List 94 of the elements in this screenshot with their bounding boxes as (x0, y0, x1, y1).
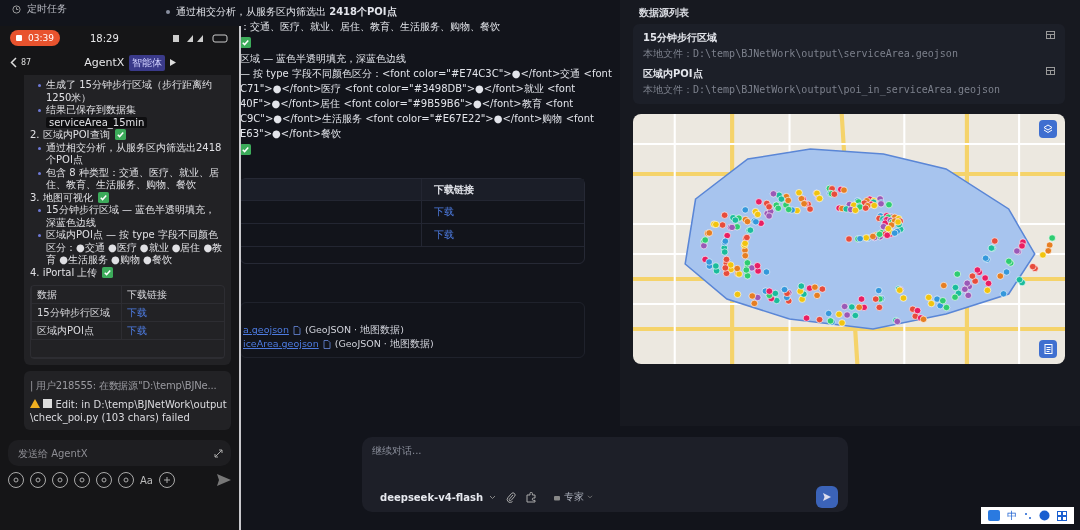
tool-icon (100, 476, 108, 484)
download-link[interactable]: 下载 (421, 224, 584, 246)
grid-icon[interactable] (1057, 510, 1068, 521)
bullet-icon (38, 109, 41, 112)
layers-icon (1043, 124, 1053, 134)
download-link[interactable]: 下载 (121, 304, 224, 321)
warning-icon (30, 399, 40, 408)
chat-title: AgentX (84, 56, 125, 69)
reply-text: 生成了 15分钟步行区域（步行距离约1250米） (46, 79, 213, 104)
attach-button[interactable] (506, 491, 517, 503)
bullet-icon (38, 209, 41, 212)
column-header: 下载链接 (121, 286, 224, 303)
source-path: 本地文件：D:\temp\BJNetWork\output\poi_in_serviceArea.geojson (643, 83, 1002, 97)
send-icon (217, 474, 231, 486)
agent-badge: 智能体 (129, 54, 166, 71)
send-icon (822, 492, 832, 502)
result-text: — 按 type 字段不同颜色区分：<font color="#E74C3C">●</font>交通 <font (240, 67, 612, 81)
source-name: 区域内POI点 (643, 67, 704, 81)
chevron-icon (587, 495, 594, 499)
source-path: 本地文件：D:\temp\BJNetWork\output\serviceArea.geojson (643, 47, 959, 61)
message-input[interactable]: 发送给 AgentX (16, 446, 214, 460)
recording-indicator: 03:39 (10, 30, 60, 46)
play-icon[interactable] (170, 59, 177, 66)
step-heading: 2. 区域内POI查询 (30, 129, 110, 142)
plus-icon (162, 476, 171, 484)
quote-text: | 用户218555: 在数据源"D:\temp\BJNe... (30, 379, 218, 393)
download-link[interactable]: 下载 (421, 201, 584, 223)
clock-icon (12, 4, 21, 14)
expand-icon (214, 448, 223, 458)
panel-title: 数据源列表 (638, 6, 690, 20)
puzzle-icon (526, 491, 538, 503)
result-text: 通过相交分析，从服务区内筛选出 2418个POI点 (176, 5, 397, 19)
result-text: E63">●</font>餐饮 (240, 127, 341, 141)
mode-select[interactable]: 专家 (553, 490, 594, 504)
ime-indicator[interactable]: 中 (1006, 508, 1017, 523)
bullet-icon (166, 9, 170, 14)
result-text: C71">●</font>医疗 <font color="#3498DB">●</font>就业 <font (240, 82, 576, 96)
tool-icon (56, 476, 64, 484)
check-icon (240, 37, 251, 48)
dots-icon[interactable] (1023, 511, 1032, 520)
tool-icon (12, 476, 20, 484)
file-note: (GeoJSON · 地图数据) (304, 323, 404, 337)
file-icon (322, 339, 331, 349)
download-link[interactable]: 下载 (121, 322, 224, 339)
reply-text: 包含 8 种类型：交通、医疗、就业、居住、教育、生活服务、购物、餐饮 (46, 166, 220, 192)
bullet-icon (38, 171, 41, 175)
back-button[interactable]: 87 (10, 57, 32, 68)
back-icon (10, 57, 17, 68)
column-header: 数据 (31, 286, 121, 303)
status-icons (173, 33, 229, 43)
plugin-button[interactable] (526, 491, 538, 503)
check-icon (114, 129, 126, 140)
check-icon (240, 144, 251, 155)
file-note: (GeoJSON · 地图数据) (334, 337, 434, 351)
clock-time: 18:29 (89, 32, 119, 44)
table-icon[interactable] (1046, 67, 1055, 75)
tool-icon (34, 476, 42, 484)
font-button[interactable]: Aa (140, 474, 153, 486)
tool-icon (122, 476, 130, 484)
source-name: 15分钟步行区域 (643, 31, 718, 45)
column-header: 下载链接 (421, 179, 584, 200)
paperclip-icon (506, 491, 517, 503)
chevron-icon (489, 494, 497, 500)
send-button[interactable] (816, 486, 838, 508)
sidebar-item[interactable]: 定时任务 (12, 2, 160, 16)
result-text: 40F">●</font>居住 <font color="#9B59B6">●</font>教育 <font (240, 97, 574, 111)
file-icon (292, 325, 301, 335)
file-link[interactable]: iceArea.geojson (243, 337, 319, 351)
layers-button[interactable] (1039, 120, 1057, 138)
step-heading: 3. 地图可视化 (30, 191, 93, 204)
model-select[interactable]: deepseek-v4-flash (380, 491, 497, 503)
message-input[interactable]: 继续对话... (372, 445, 838, 456)
result-text: C9C">●</font>生活服务 <font color="#E67E22">●</font>购物 <font (240, 112, 594, 126)
table-cell: 区域内POI点 (31, 322, 121, 339)
table-cell: 15分钟步行区域 (31, 304, 121, 321)
legend-button[interactable] (1039, 340, 1057, 358)
table-icon[interactable] (1046, 31, 1055, 39)
error-text: Edit: in D:\temp\BJNetWork\output\check_poi.py (103 chars) failed (30, 398, 227, 424)
bullet-icon (38, 146, 41, 150)
result-text: 区域 — 蓝色半透明填充，深蓝色边线 (240, 52, 407, 66)
message-field[interactable]: 发送给 AgentX (8, 440, 231, 466)
document-icon (1043, 344, 1053, 354)
check-icon (102, 266, 114, 278)
file-link[interactable]: a.geojson (243, 323, 289, 337)
bullet-icon (38, 84, 41, 87)
check-icon (97, 191, 109, 203)
reply-text: 结果已保存到数据集 serviceArea_15min (46, 104, 225, 129)
reply-text: 通过相交分析，从服务区内筛选出2418个POI点 (46, 141, 223, 167)
reply-text: 区域内POI点 — 按 type 字段不同颜色区分：●交通 ●医疗 ●就业 ●居住 ●教育 ●生活服务 ●购物 ●餐饮 (46, 229, 224, 267)
tool-icon (78, 476, 86, 484)
reply-text: 15分钟步行区域 — 蓝色半透明填充，深蓝色边线 (46, 204, 217, 229)
step-heading: 4. iPortal 上传 (30, 266, 98, 279)
result-text: ：交通、医疗、就业、居住、教育、生活服务、购物、餐饮 (240, 20, 500, 34)
bullet-icon (38, 234, 41, 237)
